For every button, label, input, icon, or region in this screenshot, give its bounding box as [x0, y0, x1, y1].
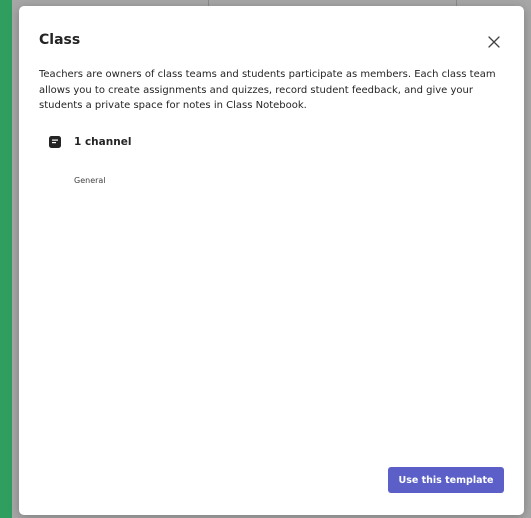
template-dialog: Class Teachers are owners of class teams… — [19, 6, 524, 515]
dialog-description: Teachers are owners of class teams and s… — [39, 69, 496, 111]
channel-count: 1 channel — [49, 136, 131, 148]
dialog-title: Class — [39, 32, 81, 48]
use-template-button[interactable]: Use this template — [388, 467, 504, 493]
close-icon — [488, 36, 500, 48]
channel-icon — [49, 136, 61, 148]
channel-item-general: General — [74, 176, 106, 185]
channel-count-label: 1 channel — [74, 136, 132, 148]
close-button[interactable] — [486, 34, 502, 50]
